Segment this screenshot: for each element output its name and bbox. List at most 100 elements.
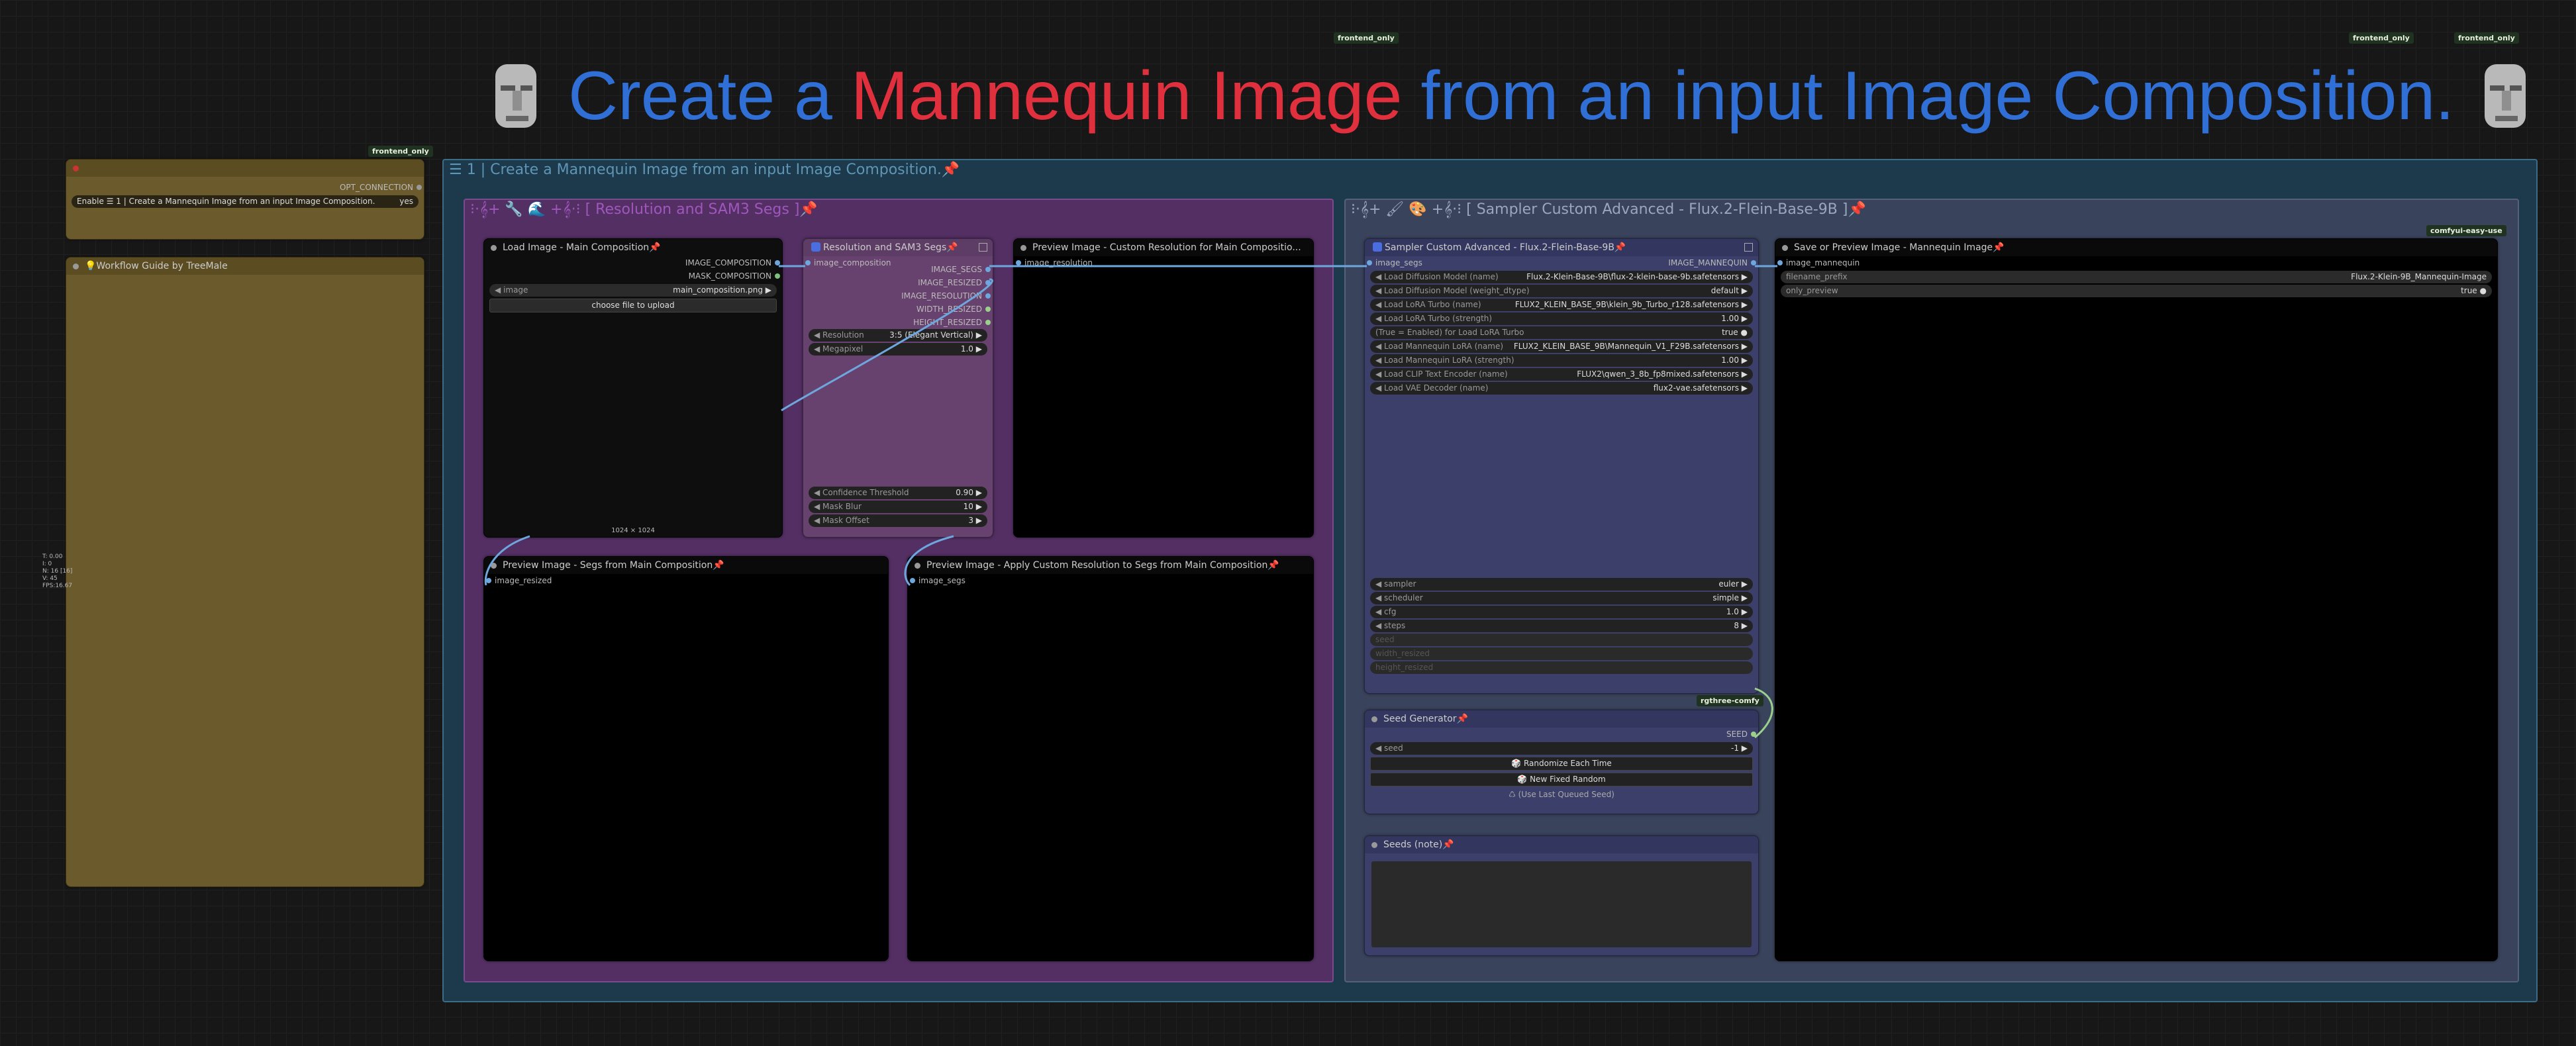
image-resolution-input[interactable]: image_resolution: [1014, 256, 1313, 269]
output-dot-icon[interactable]: [985, 307, 991, 312]
sampler-title: Sampler Custom Advanced - Flux.2-Flein-B…: [1365, 239, 1758, 256]
megapixel-widget[interactable]: ◀ Megapixel 1.0 ▶: [809, 343, 987, 356]
moai-icon: [483, 62, 550, 131]
group-toggle[interactable]: Enable ☰ 1 | Create a Mannequin Image fr…: [72, 195, 419, 208]
output-dot-icon[interactable]: [775, 260, 780, 265]
output-dot-icon[interactable]: [775, 273, 780, 279]
mannequin-lora-name-widget[interactable]: ◀ Load Mannequin LoRA (name) FLUX2_KLEIN_…: [1370, 340, 1753, 353]
frontend-only-tag: frontend_only: [368, 146, 433, 157]
output-dot-icon[interactable]: [985, 267, 991, 272]
new-fixed-random-button[interactable]: 🎲 New Fixed Random: [1370, 773, 1753, 786]
input-dot-icon[interactable]: [805, 260, 811, 265]
preview-segs-title: Preview Image - Segs from Main Compositi…: [484, 557, 888, 574]
image-segs-input[interactable]: image_segs: [908, 574, 1313, 587]
group-main-title: ☰ 1 | Create a Mannequin Image from an i…: [449, 162, 960, 178]
input-dot-icon[interactable]: [486, 578, 491, 583]
input-dot-icon[interactable]: [1777, 260, 1783, 265]
close-dot-icon[interactable]: [73, 166, 79, 171]
frontend-only-tag: frontend_only: [2349, 32, 2414, 44]
load-image-title: Load Image - Main Composition📌: [484, 239, 782, 256]
confidence-widget[interactable]: ◀ Confidence Threshold 0.90 ▶: [809, 487, 987, 499]
clip-encoder-widget[interactable]: ◀ Load CLIP Text Encoder (name) FLUX2\qwe…: [1370, 368, 1753, 381]
cfg-widget[interactable]: ◀ cfg 1.0 ▶: [1370, 606, 1753, 618]
seeds-note-node[interactable]: Seeds (note)📌: [1364, 835, 1759, 956]
image-select[interactable]: ◀ image main_composition.png ▶: [489, 284, 777, 297]
fast-groups-node[interactable]: OPT_CONNECTION Enable ☰ 1 | Create a Man…: [66, 159, 424, 240]
page-title: Create a Mannequin Image from an input I…: [483, 53, 2539, 139]
seed-widget[interactable]: ◀ seed -1 ▶: [1370, 742, 1753, 755]
vae-decoder-widget[interactable]: ◀ Load VAE Decoder (name) flux2-vae.safet…: [1370, 382, 1753, 395]
steps-widget[interactable]: ◀ steps 8 ▶: [1370, 620, 1753, 632]
sampler-node[interactable]: Sampler Custom Advanced - Flux.2-Flein-B…: [1364, 238, 1759, 694]
fast-groups-title: [66, 160, 424, 177]
node-badge-icon: [811, 242, 820, 252]
res-widgets-bottom: ◀ Confidence Threshold 0.90 ▶ ◀ Mask Blur…: [803, 485, 993, 528]
output-dot-icon[interactable]: [1751, 260, 1756, 265]
expand-icon[interactable]: [1744, 243, 1753, 252]
weight-dtype-widget[interactable]: ◀ Load Diffusion Model (weight_dtype) def…: [1370, 285, 1753, 297]
save-preview-node[interactable]: Save or Preview Image - Mannequin Image📌…: [1775, 238, 2498, 961]
image-composition-output[interactable]: IMAGE_COMPOSITION: [484, 256, 782, 269]
mannequin-lora-strength-widget[interactable]: ◀ Load Mannequin LoRA (strength) 1.00 ▶: [1370, 354, 1753, 367]
sampler-widgets: ◀ Load Diffusion Model (name) Flux.2-Klei…: [1365, 271, 1758, 395]
use-last-seed-button[interactable]: ♺ (Use Last Queued Seed): [1370, 788, 1753, 801]
collapse-dot-icon[interactable]: [915, 563, 920, 569]
height-resized-output[interactable]: HEIGHT_RESIZED: [860, 316, 993, 329]
expand-icon[interactable]: [979, 243, 987, 252]
width-resized-disabled-widget: width_resized: [1370, 647, 1753, 660]
mask-offset-widget[interactable]: ◀ Mask Offset 3 ▶: [809, 514, 987, 527]
seed-output[interactable]: SEED: [1365, 728, 1758, 741]
preview-apply-node[interactable]: Preview Image - Apply Custom Resolution …: [907, 556, 1314, 961]
output-dot-icon[interactable]: [1751, 732, 1756, 737]
collapse-dot-icon[interactable]: [1782, 245, 1788, 251]
lora-turbo-toggle[interactable]: (True = Enabled) for Load LoRA Turbo true…: [1370, 326, 1753, 339]
scheduler-select[interactable]: ◀ scheduler simple ▶: [1370, 592, 1753, 604]
image-segs-input[interactable]: image_segs IMAGE_MANNEQUIN: [1365, 256, 1758, 269]
collapse-dot-icon[interactable]: [1020, 245, 1026, 251]
diffusion-model-widget[interactable]: ◀ Load Diffusion Model (name) Flux.2-Klei…: [1370, 271, 1753, 283]
output-dot-icon[interactable]: [985, 320, 991, 325]
randomize-each-time-button[interactable]: 🎲 Randomize Each Time: [1370, 757, 1753, 771]
seed-generator-node[interactable]: Seed Generator📌 SEED ◀ seed -1 ▶ 🎲 Random…: [1364, 710, 1759, 814]
collapse-dot-icon[interactable]: [1371, 842, 1377, 848]
mask-composition-output[interactable]: MASK_COMPOSITION: [484, 269, 782, 283]
sampler-widgets-bottom: ◀ sampler euler ▶ ◀ scheduler simple ▶ ◀ c…: [1365, 577, 1758, 675]
node-badge-icon: [1373, 242, 1382, 252]
input-dot-icon[interactable]: [910, 578, 915, 583]
only-preview-toggle[interactable]: only_preview true ●: [1781, 285, 2492, 297]
filename-prefix-input[interactable]: filename_prefix Flux.2-Klein-9B_Mannequin…: [1781, 271, 2492, 283]
preview-resolution-node[interactable]: Preview Image - Custom Resolution for Ma…: [1013, 238, 1314, 538]
output-dot-icon[interactable]: [985, 280, 991, 285]
image-resolution-output[interactable]: IMAGE_RESOLUTION: [860, 289, 993, 303]
lora-turbo-strength-widget[interactable]: ◀ Load LoRA Turbo (strength) 1.00 ▶: [1370, 312, 1753, 325]
sampler-select[interactable]: ◀ sampler euler ▶: [1370, 578, 1753, 591]
output-dot-icon[interactable]: [417, 185, 422, 190]
image-resized-output[interactable]: IMAGE_RESIZED: [860, 276, 993, 289]
preview-segs-node[interactable]: Preview Image - Segs from Main Compositi…: [483, 556, 889, 961]
mask-blur-widget[interactable]: ◀ Mask Blur 10 ▶: [809, 500, 987, 513]
seed-generator-title: Seed Generator📌: [1365, 710, 1758, 728]
collapse-dot-icon[interactable]: [1371, 716, 1377, 722]
collapse-dot-icon[interactable]: [491, 245, 497, 251]
collapse-dot-icon[interactable]: [73, 263, 79, 269]
input-dot-icon[interactable]: [1016, 260, 1021, 265]
image-resized-input[interactable]: image_resized: [484, 574, 888, 587]
image-segs-output[interactable]: IMAGE_SEGS: [860, 263, 993, 276]
image-mannequin-input[interactable]: image_mannequin: [1775, 256, 2497, 269]
load-image-node[interactable]: Load Image - Main Composition📌 IMAGE_COM…: [483, 238, 783, 538]
upload-button[interactable]: choose file to upload: [489, 299, 777, 312]
rgthree-comfy-tag: rgthree-comfy: [1697, 695, 1763, 706]
output-dot-icon[interactable]: [985, 293, 991, 299]
lora-turbo-name-widget[interactable]: ◀ Load LoRA Turbo (name) FLUX2_KLEIN_BASE…: [1370, 299, 1753, 311]
note-textarea[interactable]: [1371, 861, 1752, 947]
width-resized-output[interactable]: WIDTH_RESIZED: [860, 303, 993, 316]
collapse-dot-icon[interactable]: [491, 563, 497, 569]
workflow-guide-node[interactable]: 💡Workflow Guide by TreeMale: [66, 257, 424, 887]
res-widgets-top: ◀ Resolution 3:5 (Elegant Vertical) ▶ ◀ M…: [803, 328, 993, 357]
input-dot-icon[interactable]: [1367, 260, 1372, 265]
resolution-sam3-node[interactable]: Resolution and SAM3 Segs📌 image_composit…: [803, 238, 993, 538]
resolution-widget[interactable]: ◀ Resolution 3:5 (Elegant Vertical) ▶: [809, 329, 987, 342]
frontend-only-tag: frontend_only: [2454, 32, 2519, 44]
height-resized-disabled-widget: height_resized: [1370, 661, 1753, 674]
opt-connection-output[interactable]: OPT_CONNECTION: [66, 181, 424, 194]
